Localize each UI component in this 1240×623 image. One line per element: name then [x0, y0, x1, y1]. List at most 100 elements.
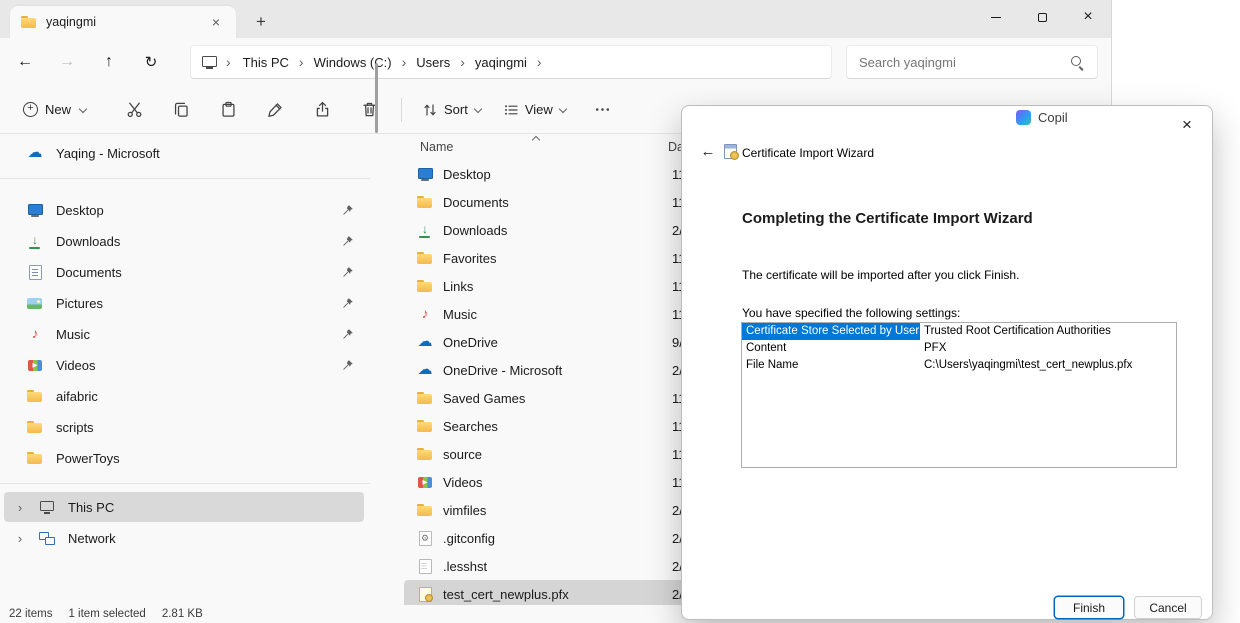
documents-icon — [26, 264, 44, 280]
setting-value: PFX — [920, 340, 950, 357]
folder-icon — [416, 390, 434, 406]
new-button[interactable]: New — [12, 92, 98, 128]
refresh-button[interactable] — [130, 44, 172, 80]
folder-icon — [416, 278, 434, 294]
folder-icon — [416, 446, 434, 462]
file-name: Music — [443, 307, 477, 322]
setting-value: C:\Users\yaqingmi\test_cert_newplus.pfx — [920, 357, 1136, 374]
tab-close-icon[interactable] — [206, 12, 226, 32]
sidebar-item[interactable]: Music — [4, 319, 364, 349]
sidebar-item[interactable]: scripts — [4, 412, 364, 442]
sort-button[interactable]: Sort — [412, 92, 493, 128]
copilot-button[interactable]: Copil — [1016, 102, 1068, 132]
sidebar-item[interactable]: Desktop — [4, 195, 364, 225]
cancel-button[interactable]: Cancel — [1134, 596, 1202, 619]
search-box[interactable] — [846, 45, 1098, 79]
plus-icon — [23, 102, 38, 117]
chevron-right-icon — [220, 54, 237, 70]
certificate-wizard-icon — [722, 144, 739, 160]
more-options-button[interactable] — [581, 92, 625, 128]
sidebar-item[interactable]: Documents — [4, 257, 364, 287]
maximize-icon — [1038, 13, 1047, 22]
file-name: Videos — [443, 475, 483, 490]
rename-button[interactable] — [253, 92, 297, 128]
sidebar-tree: This PC Network — [0, 492, 370, 553]
forward-button[interactable] — [46, 44, 88, 80]
chevron-right-icon — [293, 54, 310, 70]
sidebar-tree-item[interactable]: Network — [4, 523, 364, 553]
share-button[interactable] — [300, 92, 344, 128]
downloads-icon — [26, 233, 44, 249]
folder-icon — [416, 418, 434, 434]
maximize-button[interactable] — [1019, 0, 1065, 34]
tab-yaqingmi[interactable]: yaqingmi — [10, 6, 236, 38]
sidebar-item[interactable]: Videos — [4, 350, 364, 380]
gear-file-icon — [416, 530, 434, 546]
sort-button-label: Sort — [444, 102, 468, 117]
settings-row[interactable]: File Name C:\Users\yaqingmi\test_cert_ne… — [742, 357, 1176, 374]
breadcrumb-item[interactable]: yaqingmi — [471, 52, 531, 73]
pin-icon — [342, 266, 354, 278]
file-name: .gitconfig — [443, 531, 495, 546]
sidebar-item-label: Network — [68, 531, 354, 546]
music-folder-icon — [416, 306, 434, 322]
sort-icon — [422, 102, 438, 118]
search-input[interactable] — [859, 52, 1059, 72]
videos-icon — [416, 474, 434, 490]
sort-ascending-icon — [532, 135, 541, 142]
sidebar-item-onedrive[interactable]: Yaqing - Microsoft — [4, 138, 364, 168]
copilot-button-label: Copil — [1038, 110, 1068, 125]
window-caption-buttons — [973, 0, 1111, 38]
sidebar-divider — [0, 483, 370, 484]
videos-icon — [26, 357, 44, 373]
folder-icon — [416, 502, 434, 518]
delete-button[interactable] — [347, 92, 391, 128]
cut-button[interactable] — [112, 92, 156, 128]
settings-row[interactable]: Content PFX — [742, 340, 1176, 357]
setting-key: File Name — [742, 357, 920, 374]
certificate-import-wizard-dialog: Certificate Import Wizard Completing the… — [681, 105, 1213, 620]
up-button[interactable] — [88, 44, 130, 80]
dialog-close-button[interactable] — [1170, 111, 1204, 138]
view-button[interactable]: View — [493, 92, 578, 128]
breadcrumb-item[interactable]: This PC — [239, 52, 293, 73]
breadcrumb-item[interactable]: Windows (C:) — [310, 52, 396, 73]
sidebar-item-label: Downloads — [56, 234, 330, 249]
scrollbar-thumb[interactable] — [375, 63, 378, 133]
pin-icon — [342, 328, 354, 340]
file-name: Desktop — [443, 167, 491, 182]
dialog-back-button[interactable] — [694, 139, 722, 163]
finish-button[interactable]: Finish — [1054, 596, 1124, 619]
copy-button[interactable] — [159, 92, 203, 128]
file-name: OneDrive — [443, 335, 498, 350]
chevron-down-icon — [474, 105, 483, 114]
name-column-header[interactable]: Name — [420, 140, 453, 154]
navigation-bar: This PC Windows (C:) Users yaqingmi — [0, 38, 1111, 86]
sidebar-tree-item[interactable]: This PC — [4, 492, 364, 522]
downloads-icon — [416, 222, 434, 238]
selection-size: 2.81 KB — [162, 608, 203, 620]
minimize-button[interactable] — [973, 0, 1019, 34]
sidebar-item[interactable]: Pictures — [4, 288, 364, 318]
sidebar-item[interactable]: aifabric — [4, 381, 364, 411]
certificate-icon — [416, 586, 434, 602]
sidebar-item[interactable]: Downloads — [4, 226, 364, 256]
sidebar-item-label: Pictures — [56, 296, 330, 311]
new-tab-button[interactable] — [248, 9, 274, 33]
pictures-icon — [26, 295, 44, 311]
file-name: vimfiles — [443, 503, 486, 518]
view-button-label: View — [525, 102, 553, 117]
paste-button[interactable] — [206, 92, 250, 128]
cloud-icon — [416, 362, 434, 378]
sidebar-item-label: scripts — [56, 420, 354, 435]
sidebar-item-label: Desktop — [56, 203, 330, 218]
back-button[interactable] — [4, 44, 46, 80]
settings-row[interactable]: Certificate Store Selected by User Trust… — [742, 323, 1176, 340]
sidebar-item[interactable]: PowerToys — [4, 443, 364, 473]
pin-icon — [342, 297, 354, 309]
search-icon — [1071, 56, 1085, 70]
address-bar[interactable]: This PC Windows (C:) Users yaqingmi — [190, 45, 832, 79]
close-window-button[interactable] — [1065, 0, 1111, 34]
file-name: OneDrive - Microsoft — [443, 363, 562, 378]
breadcrumb-item[interactable]: Users — [412, 52, 454, 73]
